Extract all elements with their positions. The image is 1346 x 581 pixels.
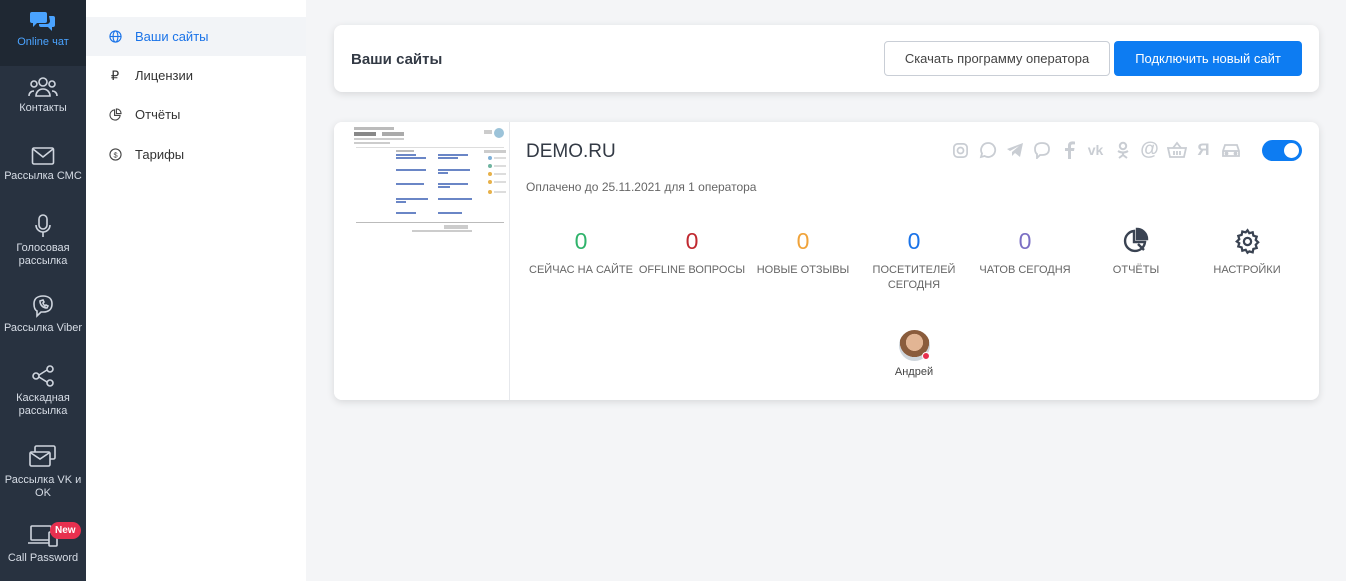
stat-label: OFFLINE ВОПРОСЫ	[638, 264, 746, 276]
subnav-item-label: Лицензии	[135, 68, 193, 83]
envelope-icon	[31, 147, 55, 165]
yandex-icon[interactable]: Я	[1193, 140, 1214, 160]
subnav-item-tariffs[interactable]: $ Тарифы	[86, 135, 306, 174]
odnoklassniki-icon[interactable]	[1112, 140, 1133, 160]
gear-icon	[1191, 226, 1303, 256]
viber-icon	[33, 295, 53, 318]
rail-item-sms[interactable]: Рассылка СМС	[0, 146, 86, 183]
header-card: Ваши сайты Скачать программу оператора П…	[334, 25, 1319, 92]
stat-value: 0	[1018, 228, 1032, 254]
rail-item-cascade[interactable]: Каскадная рассылка	[0, 364, 86, 418]
rail-item-label: Рассылка VK и OK	[4, 474, 82, 499]
pie-chart-icon	[108, 108, 122, 121]
reports-link[interactable]: ОТЧЁТЫ	[1080, 226, 1192, 278]
rail-item-vk-ok[interactable]: Рассылка VK и OK	[0, 444, 86, 500]
whatsapp-icon[interactable]	[977, 140, 998, 160]
rail-item-contacts[interactable]: Контакты	[0, 76, 86, 115]
subnav-item-label: Отчёты	[135, 107, 181, 122]
basket-icon[interactable]	[1166, 140, 1187, 160]
main-rail: Online чат Контакты Рассылка СМС Голосов…	[0, 0, 86, 581]
stat-label: ПОСЕТИТЕЛЕЙ СЕГОДНЯ	[872, 264, 956, 291]
svg-text:$: $	[113, 150, 117, 159]
rail-item-call-password[interactable]: New Call Password	[0, 522, 86, 565]
stat-value: 0	[574, 228, 588, 254]
reports-label: ОТЧЁТЫ	[1112, 264, 1160, 276]
channel-icons: vk @ Я	[950, 139, 1241, 160]
site-name[interactable]: DEMO.RU	[526, 141, 616, 163]
contacts-icon	[28, 77, 58, 97]
payment-status: Оплачено до 25.11.2021 для 1 оператора	[526, 180, 757, 194]
email-at-icon[interactable]: @	[1139, 139, 1160, 160]
page-title: Ваши сайты	[351, 51, 443, 68]
stat-value: 0	[685, 228, 699, 254]
stat-value: 0	[796, 228, 810, 254]
ruble-icon: ₽	[110, 67, 120, 83]
facebook-icon[interactable]	[1058, 140, 1079, 160]
settings-link[interactable]: НАСТРОЙКИ	[1191, 226, 1303, 278]
new-badge: New	[50, 522, 81, 539]
stat-value: 0	[907, 228, 921, 254]
site-thumbnail[interactable]	[334, 122, 510, 400]
operator-entry[interactable]: Андрей	[887, 330, 941, 378]
site-enabled-toggle[interactable]	[1262, 140, 1302, 161]
globe-icon	[108, 30, 122, 43]
subnav-item-label: Ваши сайты	[135, 29, 209, 44]
download-operator-app-button[interactable]: Скачать программу оператора	[884, 41, 1110, 76]
microphone-icon	[35, 214, 51, 237]
dollar-circle-icon: $	[108, 148, 122, 161]
rail-item-voice[interactable]: Голосовая рассылка	[0, 214, 86, 268]
stat-label: ЧАТОВ СЕГОДНЯ	[979, 264, 1071, 276]
offline-status-dot	[921, 352, 930, 360]
rail-item-label: Голосовая рассылка	[16, 242, 70, 267]
stat-online-now[interactable]: 0 СЕЙЧАС НА САЙТЕ	[525, 226, 637, 278]
reports-pie-icon	[1080, 226, 1192, 256]
stat-visitors-today[interactable]: 0 ПОСЕТИТЕЛЕЙ СЕГОДНЯ	[858, 226, 970, 293]
subnav-item-your-sites[interactable]: Ваши сайты	[86, 17, 306, 56]
site-card: DEMO.RU Оплачено до 25.11.2021 для 1 опе…	[334, 122, 1319, 400]
subnav-item-licenses[interactable]: ₽ Лицензии	[86, 56, 306, 95]
rail-item-label: Online чат	[17, 36, 69, 48]
instagram-icon[interactable]	[950, 140, 971, 160]
stat-label: НОВЫЕ ОТЗЫВЫ	[756, 264, 850, 276]
stat-offline-questions[interactable]: 0 OFFLINE ВОПРОСЫ	[636, 226, 748, 278]
operator-name: Андрей	[894, 366, 934, 378]
vk-ok-mail-icon	[29, 445, 56, 467]
stat-chats-today[interactable]: 0 ЧАТОВ СЕГОДНЯ	[969, 226, 1081, 278]
vk-icon[interactable]: vk	[1085, 140, 1106, 160]
settings-label: НАСТРОЙКИ	[1213, 264, 1281, 276]
site-preview-image	[354, 127, 506, 232]
rail-item-label: Рассылка СМС	[4, 170, 82, 182]
rail-item-label: Рассылка Viber	[3, 322, 83, 334]
rail-item-viber[interactable]: Рассылка Viber	[0, 294, 86, 335]
rail-item-label: Контакты	[19, 102, 67, 114]
subnav-item-label: Тарифы	[135, 147, 185, 162]
chat-bubbles-icon	[30, 12, 55, 31]
share-icon	[32, 365, 54, 387]
subnav-item-reports[interactable]: Отчёты	[86, 95, 306, 134]
car-icon[interactable]	[1220, 140, 1241, 160]
viber-icon[interactable]	[1031, 140, 1052, 160]
telegram-icon[interactable]	[1004, 140, 1025, 160]
rail-item-online-chat[interactable]: Online чат	[0, 0, 86, 66]
stat-label: СЕЙЧАС НА САЙТЕ	[529, 264, 633, 276]
sub-navigation: Ваши сайты ₽ Лицензии Отчёты $ Тарифы	[86, 0, 306, 581]
connect-new-site-button[interactable]: Подключить новый сайт	[1114, 41, 1302, 76]
rail-item-label: Каскадная рассылка	[16, 392, 70, 417]
stat-new-reviews[interactable]: 0 НОВЫЕ ОТЗЫВЫ	[747, 226, 859, 278]
rail-item-label: Call Password	[7, 552, 79, 564]
avatar	[898, 330, 930, 361]
